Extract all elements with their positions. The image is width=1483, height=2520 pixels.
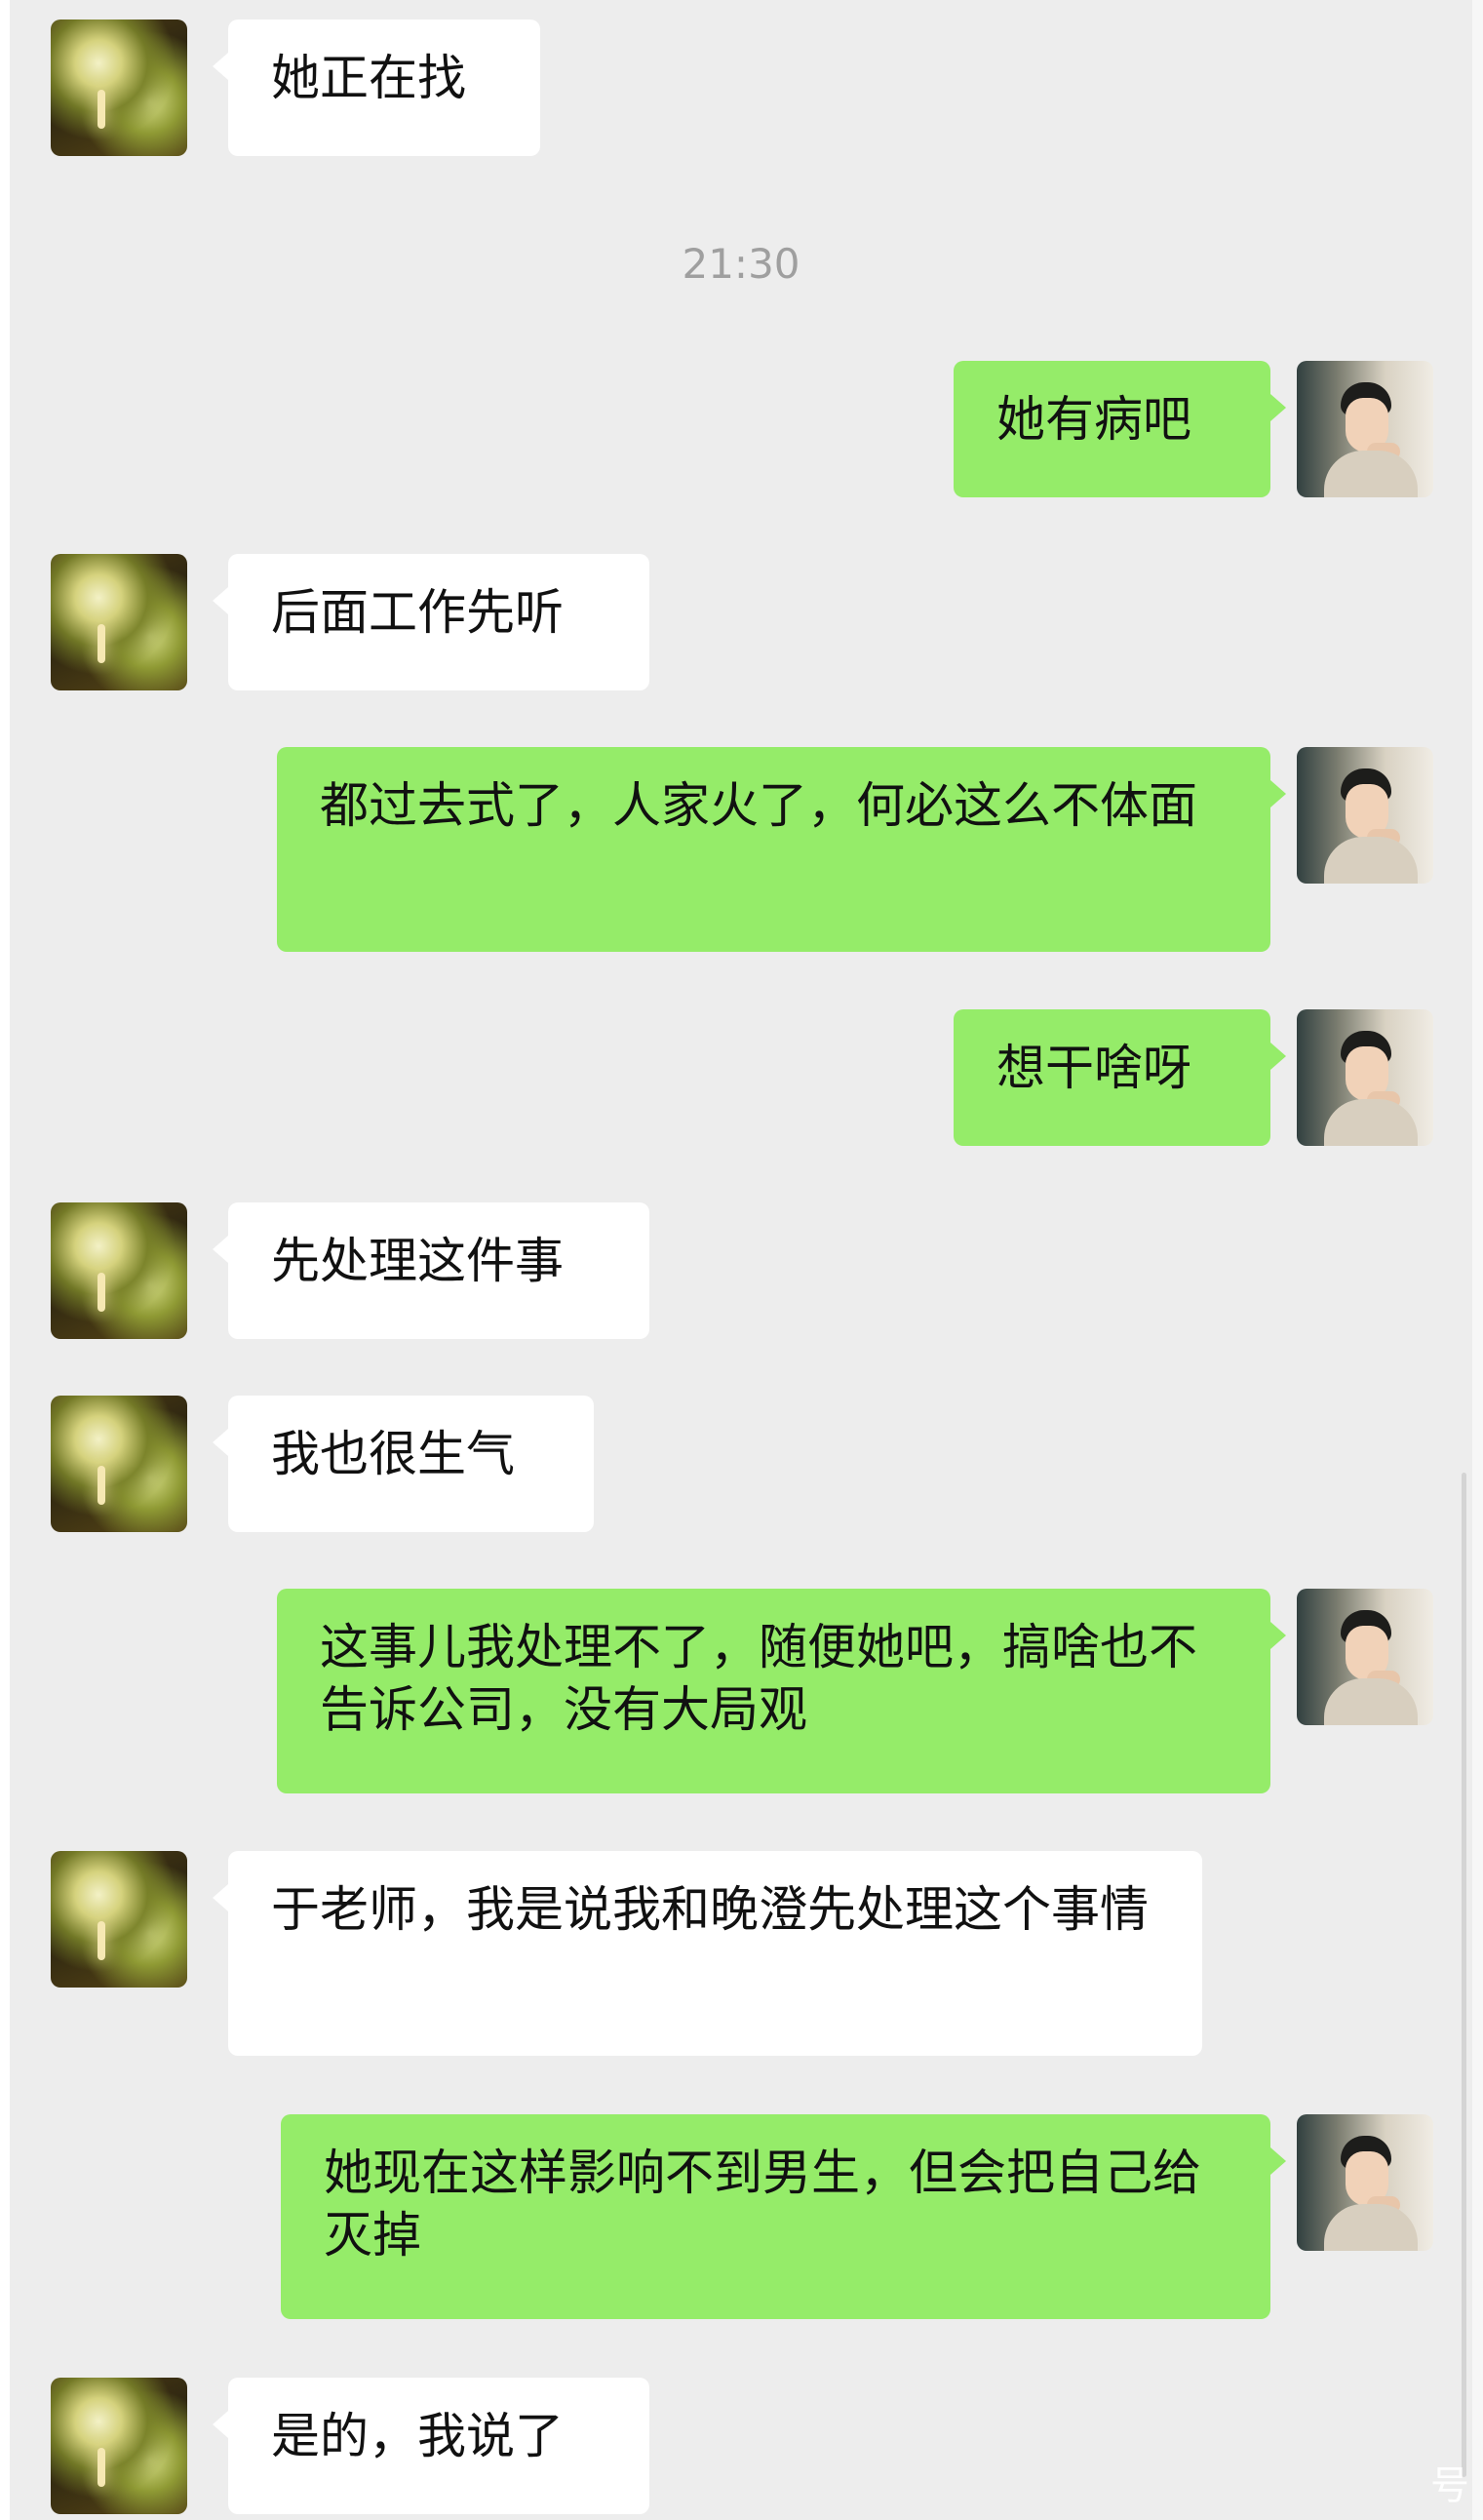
avatar-shirt-shape bbox=[1324, 2204, 1418, 2251]
avatar-shirt-shape bbox=[1324, 1678, 1418, 1725]
contact-avatar[interactable] bbox=[51, 1396, 187, 1532]
message-bubble-outgoing[interactable]: 都过去式了，人家火了，何必这么不体面 bbox=[277, 747, 1286, 952]
avatar-shirt-shape bbox=[1324, 1099, 1418, 1146]
message-timestamp: 21:30 bbox=[682, 240, 800, 288]
message-bubble-outgoing[interactable]: 想干啥呀 bbox=[954, 1009, 1286, 1146]
message-bubble-incoming[interactable]: 我也很生气 bbox=[213, 1396, 594, 1532]
message-bubble-outgoing[interactable]: 她现在这样影响不到男生，但会把自己给灭掉 bbox=[281, 2114, 1286, 2319]
contact-avatar[interactable] bbox=[51, 554, 187, 690]
message-bubble-incoming[interactable]: 后面工作先听 bbox=[213, 554, 649, 690]
screen-edge bbox=[1472, 0, 1483, 2520]
message-bubble-incoming[interactable]: 于老师，我是说我和晚澄先处理这个事情 bbox=[213, 1851, 1202, 2056]
avatar-shirt-shape bbox=[1324, 837, 1418, 884]
contact-avatar[interactable] bbox=[51, 1202, 187, 1339]
user-avatar[interactable] bbox=[1297, 361, 1433, 497]
contact-avatar[interactable] bbox=[51, 1851, 187, 1988]
avatar-shirt-shape bbox=[1324, 451, 1418, 497]
scrollbar[interactable] bbox=[1462, 1473, 1466, 2477]
user-avatar[interactable] bbox=[1297, 2114, 1433, 2251]
chat-area[interactable]: 她正在找 21:30 她有病吧 后面工作先听 都过去式了，人家火了，何必这么不体… bbox=[10, 0, 1472, 2520]
contact-avatar[interactable] bbox=[51, 2378, 187, 2514]
watermark-text: 号 bbox=[1430, 2463, 1469, 2508]
message-bubble-incoming[interactable]: 先处理这件事 bbox=[213, 1202, 649, 1339]
message-bubble-incoming[interactable]: 她正在找 bbox=[213, 20, 540, 156]
user-avatar[interactable] bbox=[1297, 747, 1433, 884]
user-avatar[interactable] bbox=[1297, 1009, 1433, 1146]
message-bubble-outgoing[interactable]: 她有病吧 bbox=[954, 361, 1286, 497]
message-bubble-outgoing[interactable]: 这事儿我处理不了，随便她吧，搞啥也不告诉公司，没有大局观 bbox=[277, 1589, 1286, 1793]
message-bubble-incoming[interactable]: 是的，我说了 bbox=[213, 2378, 649, 2514]
user-avatar[interactable] bbox=[1297, 1589, 1433, 1725]
contact-avatar[interactable] bbox=[51, 20, 187, 156]
